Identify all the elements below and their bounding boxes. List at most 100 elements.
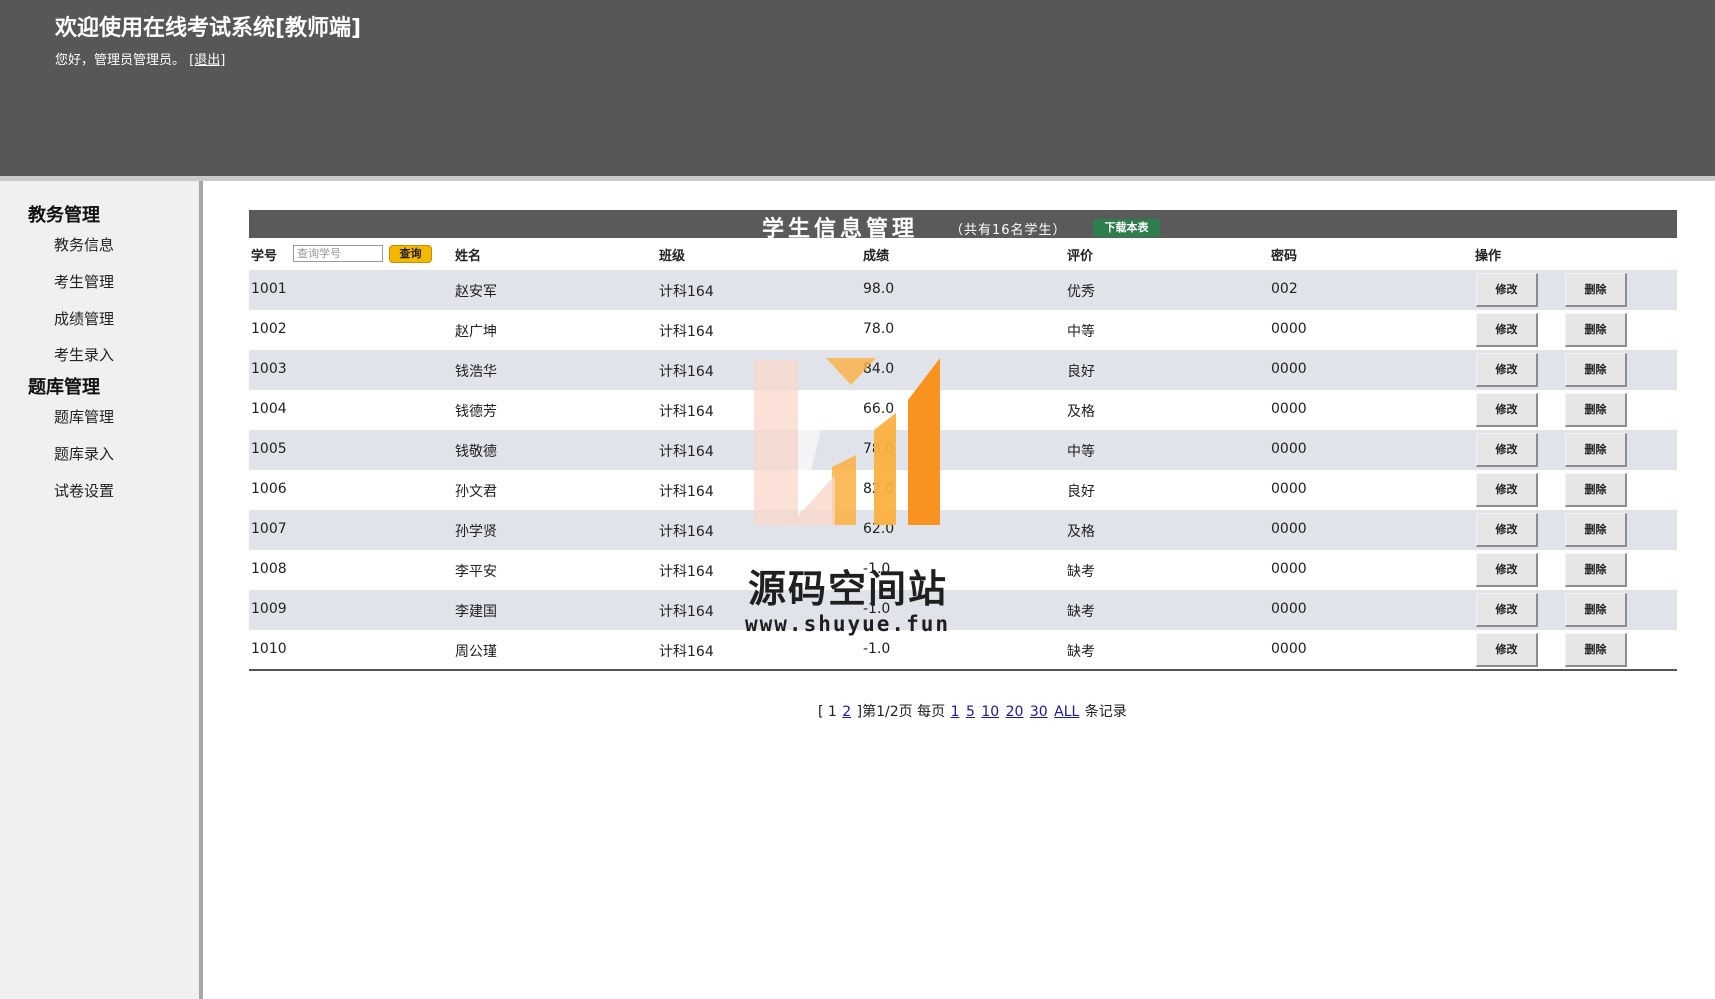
edit-button[interactable]: 修改 bbox=[1476, 633, 1538, 667]
cell-class: 计科164 bbox=[659, 524, 714, 540]
table-row: 1009 李建国 计科164 -1.0 缺考 0000 修改 删除 bbox=[249, 590, 1677, 630]
cell-class: 计科164 bbox=[659, 404, 714, 420]
edit-button[interactable]: 修改 bbox=[1476, 553, 1538, 587]
cell-password: 0000 bbox=[1271, 401, 1307, 417]
cell-class: 计科164 bbox=[659, 364, 714, 380]
delete-button[interactable]: 删除 bbox=[1565, 553, 1627, 587]
table-row: 1002 赵广坤 计科164 78.0 中等 0000 修改 删除 bbox=[249, 310, 1677, 350]
cell-password: 0000 bbox=[1271, 561, 1307, 577]
sidebar-item-academic-info[interactable]: 教务信息 bbox=[54, 234, 114, 255]
pager-size-30[interactable]: 30 bbox=[1030, 704, 1048, 720]
edit-button[interactable]: 修改 bbox=[1476, 353, 1538, 387]
table-title: 学生信息管理 bbox=[762, 217, 919, 242]
delete-button[interactable]: 删除 bbox=[1565, 393, 1627, 427]
cell-class: 计科164 bbox=[659, 324, 714, 340]
table-row: 1006 孙文君 计科164 82.0 良好 0000 修改 删除 bbox=[249, 470, 1677, 510]
delete-button[interactable]: 删除 bbox=[1565, 273, 1627, 307]
cell-class: 计科164 bbox=[659, 444, 714, 460]
pager-size-1[interactable]: 1 bbox=[951, 704, 960, 720]
pager-size-5[interactable]: 5 bbox=[966, 704, 975, 720]
logout-link[interactable]: [退出] bbox=[189, 53, 225, 68]
pager-size-10[interactable]: 10 bbox=[981, 704, 999, 720]
edit-button[interactable]: 修改 bbox=[1476, 273, 1538, 307]
cell-score: 82.0 bbox=[863, 481, 895, 497]
cell-name: 李建国 bbox=[455, 604, 497, 620]
sidebar-item-student-management[interactable]: 考生管理 bbox=[54, 271, 114, 292]
pager-page-2[interactable]: 2 bbox=[842, 704, 851, 720]
cell-class: 计科164 bbox=[659, 284, 714, 300]
delete-button[interactable]: 删除 bbox=[1565, 433, 1627, 467]
cell-name: 周公瑾 bbox=[455, 644, 497, 660]
col-header-name: 姓名 bbox=[455, 249, 482, 264]
top-header: 欢迎使用在线考试系统[教师端] 您好，管理员管理员。 [退出] bbox=[0, 0, 1715, 176]
sidebar-item-question-management[interactable]: 题库管理 bbox=[54, 406, 114, 427]
pager-size-all[interactable]: ALL bbox=[1054, 704, 1079, 720]
cell-class: 计科164 bbox=[659, 484, 714, 500]
cell-evaluation: 缺考 bbox=[1067, 564, 1095, 580]
cell-id: 1006 bbox=[251, 481, 287, 497]
table-row: 1008 李平安 计科164 -1.0 缺考 0000 修改 删除 bbox=[249, 550, 1677, 590]
pager-size-20[interactable]: 20 bbox=[1006, 704, 1024, 720]
search-button[interactable]: 查询 bbox=[389, 245, 432, 263]
cell-name: 孙学贤 bbox=[455, 524, 497, 540]
sidebar-item-question-entry[interactable]: 题库录入 bbox=[54, 443, 114, 464]
delete-button[interactable]: 删除 bbox=[1565, 473, 1627, 507]
delete-button[interactable]: 删除 bbox=[1565, 633, 1627, 667]
sidebar-item-student-entry[interactable]: 考生录入 bbox=[54, 344, 114, 365]
table-bottom-border bbox=[249, 669, 1677, 671]
cell-evaluation: 及格 bbox=[1067, 524, 1095, 540]
cell-password: 002 bbox=[1271, 281, 1298, 297]
pagination: [ 1 2 ]第1/2页 每页 1 5 10 20 30 ALL 条记录 bbox=[818, 701, 1127, 721]
col-header-actions: 操作 bbox=[1475, 249, 1502, 264]
cell-id: 1004 bbox=[251, 401, 287, 417]
cell-evaluation: 中等 bbox=[1067, 444, 1095, 460]
table-row: 1001 赵安军 计科164 98.0 优秀 002 修改 删除 bbox=[249, 270, 1677, 310]
cell-evaluation: 良好 bbox=[1067, 364, 1095, 380]
table-row: 1007 孙学贤 计科164 62.0 及格 0000 修改 删除 bbox=[249, 510, 1677, 550]
cell-name: 赵安军 bbox=[455, 284, 497, 300]
cell-password: 0000 bbox=[1271, 361, 1307, 377]
cell-class: 计科164 bbox=[659, 604, 714, 620]
cell-name: 钱敬德 bbox=[455, 444, 497, 460]
edit-button[interactable]: 修改 bbox=[1476, 393, 1538, 427]
edit-button[interactable]: 修改 bbox=[1476, 433, 1538, 467]
cell-password: 0000 bbox=[1271, 521, 1307, 537]
edit-button[interactable]: 修改 bbox=[1476, 513, 1538, 547]
edit-button[interactable]: 修改 bbox=[1476, 473, 1538, 507]
cell-score: 66.0 bbox=[863, 401, 895, 417]
cell-id: 1001 bbox=[251, 281, 287, 297]
cell-name: 孙文君 bbox=[455, 484, 497, 500]
table-row: 1005 钱敬德 计科164 78.0 中等 0000 修改 删除 bbox=[249, 430, 1677, 470]
delete-button[interactable]: 删除 bbox=[1565, 513, 1627, 547]
col-header-score: 成绩 bbox=[863, 249, 890, 264]
cell-password: 0000 bbox=[1271, 441, 1307, 457]
delete-button[interactable]: 删除 bbox=[1565, 353, 1627, 387]
sidebar-group-question-bank[interactable]: 题库管理 bbox=[28, 373, 100, 399]
delete-button[interactable]: 删除 bbox=[1565, 313, 1627, 347]
greeting: 您好，管理员管理员。 [退出] bbox=[55, 49, 225, 68]
table-row: 1010 周公瑾 计科164 -1.0 缺考 0000 修改 删除 bbox=[249, 630, 1677, 670]
watermark-text: 源码空间站 bbox=[748, 567, 949, 611]
cell-name: 钱浩华 bbox=[455, 364, 497, 380]
table-row: 1004 钱德芳 计科164 66.0 及格 0000 修改 删除 bbox=[249, 390, 1677, 430]
delete-button[interactable]: 删除 bbox=[1565, 593, 1627, 627]
cell-name: 李平安 bbox=[455, 564, 497, 580]
student-count: （共有16名学生） bbox=[950, 223, 1067, 238]
pager-suffix: 条记录 bbox=[1084, 704, 1127, 720]
cell-class: 计科164 bbox=[659, 644, 714, 660]
cell-evaluation: 缺考 bbox=[1067, 604, 1095, 620]
sidebar-item-score-management[interactable]: 成绩管理 bbox=[54, 308, 114, 329]
edit-button[interactable]: 修改 bbox=[1476, 593, 1538, 627]
download-table-button[interactable]: 下载本表 bbox=[1093, 219, 1160, 237]
col-header-id: 学号 bbox=[251, 249, 278, 264]
sidebar-item-paper-settings[interactable]: 试卷设置 bbox=[54, 480, 114, 501]
search-id-input[interactable] bbox=[293, 245, 383, 262]
cell-password: 0000 bbox=[1271, 481, 1307, 497]
cell-id: 1002 bbox=[251, 321, 287, 337]
cell-password: 0000 bbox=[1271, 641, 1307, 657]
edit-button[interactable]: 修改 bbox=[1476, 313, 1538, 347]
greeting-text: 您好，管理员管理员。 bbox=[55, 53, 186, 68]
sidebar-group-academic[interactable]: 教务管理 bbox=[28, 201, 100, 227]
cell-evaluation: 优秀 bbox=[1067, 284, 1095, 300]
cell-score: -1.0 bbox=[863, 641, 891, 657]
